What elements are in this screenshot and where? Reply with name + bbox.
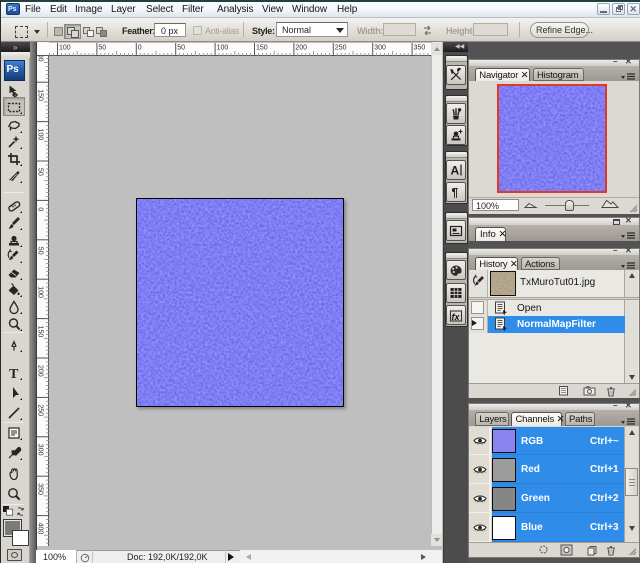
svg-text:A: A — [451, 164, 460, 178]
svg-text:250: 250 — [334, 44, 346, 51]
svg-text:300: 300 — [374, 44, 386, 51]
svg-text:250: 250 — [37, 404, 44, 416]
svg-text:50: 50 — [37, 247, 44, 255]
svg-text:0: 0 — [137, 44, 141, 51]
svg-text:150: 150 — [37, 89, 44, 101]
svg-text:200: 200 — [37, 365, 44, 377]
svg-text:150: 150 — [256, 44, 268, 51]
svg-text:100: 100 — [37, 129, 44, 141]
svg-text:400: 400 — [37, 523, 44, 535]
svg-text:350: 350 — [413, 44, 425, 51]
svg-text:200: 200 — [37, 56, 44, 62]
svg-text:100: 100 — [216, 44, 228, 51]
svg-text:T: T — [9, 367, 19, 381]
svg-text:300: 300 — [37, 444, 44, 456]
svg-text:fx: fx — [452, 312, 461, 322]
svg-text:100: 100 — [59, 44, 71, 51]
svg-text:350: 350 — [37, 483, 44, 495]
svg-text:100: 100 — [37, 286, 44, 298]
svg-text:¶: ¶ — [452, 186, 459, 200]
svg-text:50: 50 — [177, 44, 185, 51]
svg-text:50: 50 — [98, 44, 106, 51]
svg-text:150: 150 — [37, 326, 44, 338]
svg-text:0: 0 — [37, 207, 44, 211]
svg-text:200: 200 — [295, 44, 307, 51]
svg-text:50: 50 — [37, 168, 44, 176]
